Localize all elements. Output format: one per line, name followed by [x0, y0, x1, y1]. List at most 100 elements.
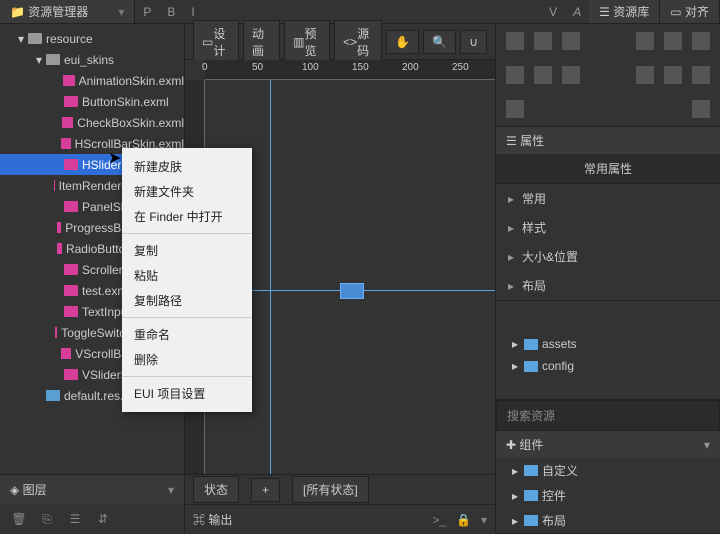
magnet-tool[interactable]: ∪ [460, 30, 487, 54]
exml-icon [64, 264, 78, 275]
folder-config[interactable]: ▸config [496, 355, 720, 377]
menu-copy-path[interactable]: 复制路径 [122, 288, 252, 313]
menu-paste[interactable]: 粘贴 [122, 263, 252, 288]
properties-label: 属性 [520, 132, 544, 149]
match-height-icon[interactable] [692, 66, 710, 84]
anim-button[interactable]: 动画 [243, 20, 280, 64]
prop-style[interactable]: ▸样式 [496, 213, 720, 242]
prop-common[interactable]: ▸常用 [496, 184, 720, 213]
tree-folder-eui-skins[interactable]: ▾ eui_skins [0, 49, 184, 70]
text-tool-icon[interactable]: A [565, 0, 589, 23]
main: ▾ resource ▾ eui_skins AnimationSkin.exm… [0, 24, 720, 534]
match-width-icon[interactable] [664, 66, 682, 84]
all-states-button[interactable]: [所有状态] [292, 476, 369, 503]
json-icon [46, 390, 60, 401]
exml-icon [63, 75, 75, 86]
properties-section: ☰ 属性 常用属性 ▸常用 ▸样式 ▸大小&位置 ▸布局 [496, 127, 720, 301]
puzzle-icon: ✚ [506, 438, 516, 452]
align-center-v-icon[interactable] [664, 32, 682, 50]
zoom-tool[interactable]: 🔍 [423, 30, 456, 54]
prop-size[interactable]: ▸大小&位置 [496, 242, 720, 271]
folder-icon [524, 465, 538, 476]
grid-icon[interactable] [692, 100, 710, 118]
align-section [496, 24, 720, 127]
list-icon[interactable]: ☰ [66, 510, 84, 528]
arrow-icon: ▾ [36, 53, 46, 67]
search-assets-input[interactable]: 搜索资源 [496, 400, 720, 431]
design-button[interactable]: ▭ 设计 [193, 20, 239, 64]
panel-menu-icon[interactable]: ▾ [118, 5, 124, 19]
hand-tool[interactable]: ✋ [386, 30, 419, 54]
panel-menu-icon[interactable]: ▾ [481, 513, 487, 527]
tree-label: ButtonSkin.exml [82, 95, 169, 109]
source-button[interactable]: <> 源码 [334, 20, 382, 64]
context-menu: 新建皮肤 新建文件夹 在 Finder 中打开 复制 粘贴 复制路径 重命名 删… [122, 148, 252, 412]
tool-b[interactable]: B [159, 0, 183, 23]
space-v-icon[interactable] [636, 66, 654, 84]
add-state-button[interactable]: + [251, 478, 280, 502]
asset-folders: ▸assets ▸config [496, 301, 720, 400]
tool-p[interactable]: P [135, 0, 159, 23]
terminal-icon: ⌘ [193, 513, 205, 527]
properties-header[interactable]: ☰ 属性 [496, 127, 720, 154]
menu-delete[interactable]: 删除 [122, 347, 252, 372]
layers-label: 图层 [23, 481, 47, 498]
comp-custom[interactable]: ▸自定义 [496, 458, 720, 483]
exml-icon [64, 159, 78, 170]
tree-file-exml[interactable]: AnimationSkin.exml [0, 70, 184, 91]
state-button[interactable]: 状态 [193, 476, 239, 503]
align-center-h-icon[interactable] [534, 32, 552, 50]
exml-icon [64, 285, 78, 296]
ruler-tick: 200 [402, 62, 419, 73]
copy-icon[interactable]: ⎘ [38, 510, 56, 528]
layers-panel: ◈ 图层 ▾ 🗑 ⎘ ☰ ⇵ [0, 474, 184, 534]
folder-icon [524, 339, 538, 350]
separator [122, 233, 252, 234]
distribute-h-icon[interactable] [506, 66, 524, 84]
align-right-icon[interactable] [562, 32, 580, 50]
adjust-icon[interactable]: ⇵ [94, 510, 112, 528]
menu-eui-settings[interactable]: EUI 项目设置 [122, 381, 252, 406]
lock-icon[interactable]: 🔒 [456, 513, 471, 527]
guide-vertical[interactable] [270, 80, 271, 474]
folder-assets[interactable]: ▸assets [496, 333, 720, 355]
align-left-icon[interactable] [506, 32, 524, 50]
resource-manager-tab[interactable]: 📁 资源管理器 ▾ [0, 0, 135, 23]
comp-widgets[interactable]: ▸控件 [496, 483, 720, 508]
menu-reveal[interactable]: 在 Finder 中打开 [122, 204, 252, 229]
tool-v[interactable]: V [541, 0, 565, 23]
menu-new-skin[interactable]: 新建皮肤 [122, 154, 252, 179]
asset-library-tab[interactable]: ☰ 资源库 [589, 0, 660, 23]
prop-layout[interactable]: ▸布局 [496, 271, 720, 300]
output-tab[interactable]: ⌘ 输出 [193, 511, 232, 528]
preview-button[interactable]: ▥ 预览 [284, 20, 330, 64]
folder-icon [524, 515, 538, 526]
tree-folder-resource[interactable]: ▾ resource [0, 28, 184, 49]
right-panel: ☰ 属性 常用属性 ▸常用 ▸样式 ▸大小&位置 ▸布局 ▸assets ▸co… [495, 24, 720, 534]
tree-file-exml[interactable]: CheckBoxSkin.exml [0, 112, 184, 133]
arrow-icon: ▾ [18, 32, 28, 46]
layers-icon: ◈ [10, 483, 19, 497]
trash-icon[interactable]: 🗑 [10, 510, 28, 528]
distribute-v-icon[interactable] [534, 66, 552, 84]
selected-element[interactable] [340, 283, 364, 299]
layers-header[interactable]: ◈ 图层 ▾ [0, 475, 184, 504]
menu-rename[interactable]: 重命名 [122, 322, 252, 347]
comp-layout[interactable]: ▸布局 [496, 508, 720, 533]
console-icon[interactable]: >_ [432, 513, 446, 527]
menu-copy[interactable]: 复制 [122, 238, 252, 263]
chevron-down-icon[interactable]: ▾ [704, 438, 710, 452]
tree-label: AnimationSkin.exml [79, 74, 184, 88]
menu-new-folder[interactable]: 新建文件夹 [122, 179, 252, 204]
exml-icon [57, 222, 61, 233]
align-bottom-icon[interactable] [692, 32, 710, 50]
align-top-icon[interactable] [636, 32, 654, 50]
chevron-down-icon[interactable]: ▾ [168, 483, 174, 497]
snap-icon[interactable] [506, 100, 524, 118]
space-h-icon[interactable] [562, 66, 580, 84]
folder-icon [46, 54, 60, 65]
tree-file-exml[interactable]: ButtonSkin.exml [0, 91, 184, 112]
align-tab[interactable]: ▭ 对齐 [660, 0, 720, 23]
tree-label: eui_skins [64, 53, 114, 67]
components-header[interactable]: ✚ 组件 ▾ [496, 431, 720, 458]
